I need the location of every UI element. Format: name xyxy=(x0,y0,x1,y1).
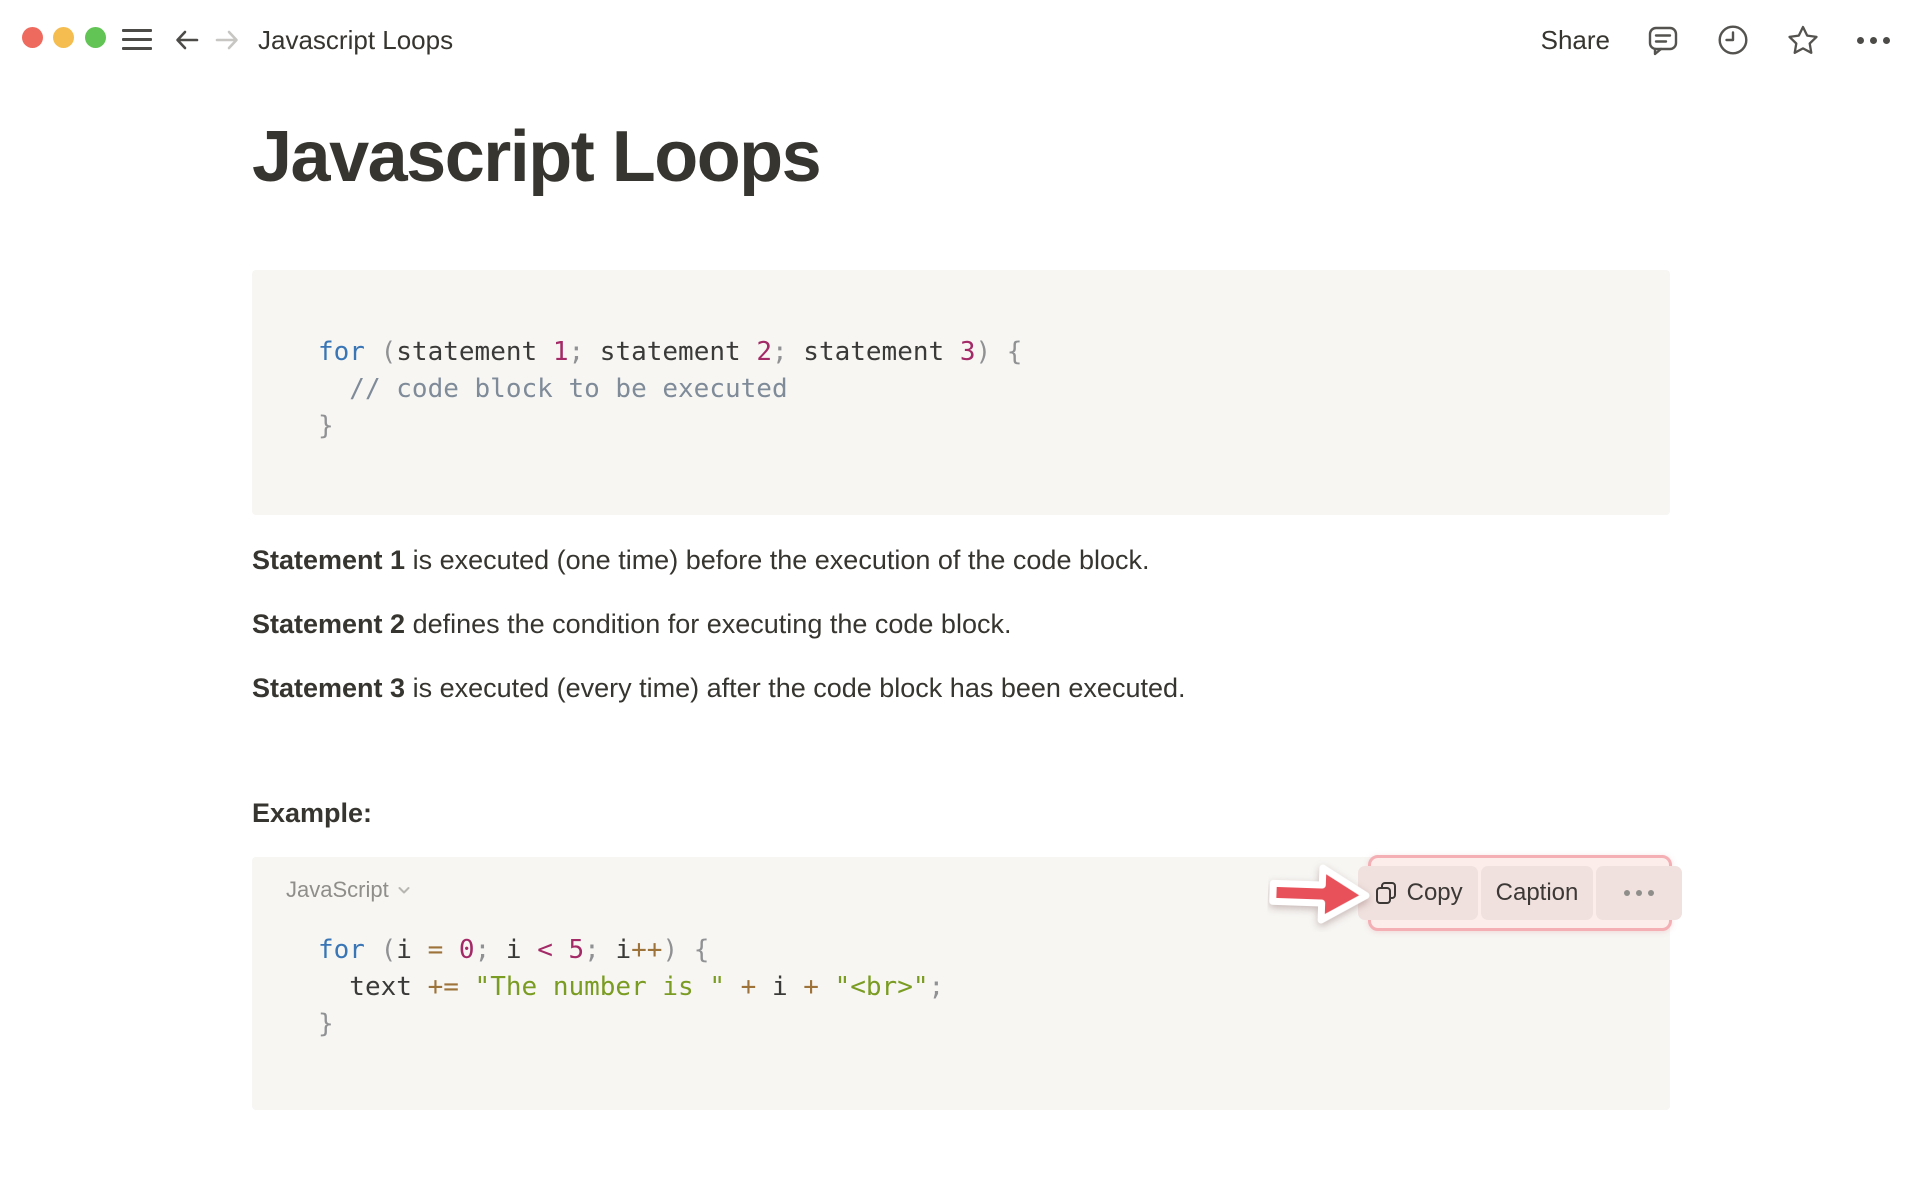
caption-button[interactable]: Caption xyxy=(1481,866,1594,920)
chevron-down-icon xyxy=(396,882,412,898)
zoom-window-button[interactable] xyxy=(85,27,106,48)
page-title: Javascript Loops xyxy=(252,116,820,198)
copy-button-label: Copy xyxy=(1407,879,1463,907)
back-arrow-icon xyxy=(172,25,202,55)
minimize-window-button[interactable] xyxy=(53,27,74,48)
copy-button[interactable]: Copy xyxy=(1358,866,1478,920)
comments-button[interactable] xyxy=(1646,23,1680,57)
paragraph-statement-3: Statement 3 is executed (every time) aft… xyxy=(252,672,1186,705)
copy-icon xyxy=(1373,880,1399,906)
example-label: Example: xyxy=(252,798,372,829)
statement-3-bold: Statement 3 xyxy=(252,673,405,703)
star-icon xyxy=(1786,23,1820,57)
updates-button[interactable] xyxy=(1716,23,1750,57)
topbar-actions: Share xyxy=(1541,0,1890,80)
statement-2-bold: Statement 2 xyxy=(252,609,405,639)
favorite-button[interactable] xyxy=(1786,23,1820,57)
clock-icon xyxy=(1716,23,1750,57)
breadcrumb[interactable]: Javascript Loops xyxy=(258,0,453,80)
block-more-button[interactable] xyxy=(1596,866,1682,920)
sidebar-toggle-button[interactable] xyxy=(122,29,152,51)
paragraph-statement-2: Statement 2 defines the condition for ex… xyxy=(252,608,1011,641)
code-block-syntax[interactable]: for (statement 1; statement 2; statement… xyxy=(252,270,1670,515)
comment-icon xyxy=(1646,23,1680,57)
statement-1-text: is executed (one time) before the execut… xyxy=(405,545,1149,575)
caption-button-label: Caption xyxy=(1496,879,1579,907)
back-button[interactable] xyxy=(172,25,202,55)
hamburger-icon xyxy=(122,29,152,50)
more-options-button[interactable] xyxy=(1856,23,1890,57)
statement-3-text: is executed (every time) after the code … xyxy=(405,673,1185,703)
close-window-button[interactable] xyxy=(22,27,43,48)
code-text: for (statement 1; statement 2; statement… xyxy=(318,334,1022,445)
share-button[interactable]: Share xyxy=(1541,25,1610,56)
forward-arrow-icon xyxy=(212,25,242,55)
ellipsis-icon xyxy=(1611,890,1667,896)
window-top-bar: Javascript Loops Share xyxy=(0,0,1920,80)
code-text: for (i = 0; i < 5; i++) { text += "The n… xyxy=(318,932,944,1043)
language-label: JavaScript xyxy=(286,877,389,903)
statement-2-text: defines the condition for executing the … xyxy=(405,609,1011,639)
forward-button[interactable] xyxy=(212,25,242,55)
code-block-hover-toolbar-highlight: Copy Caption xyxy=(1368,855,1672,931)
statement-1-bold: Statement 1 xyxy=(252,545,405,575)
language-selector[interactable]: JavaScript xyxy=(286,877,412,903)
red-arrow-icon xyxy=(1267,854,1376,934)
ellipsis-icon xyxy=(1857,37,1890,44)
paragraph-statement-1: Statement 1 is executed (one time) befor… xyxy=(252,544,1150,577)
